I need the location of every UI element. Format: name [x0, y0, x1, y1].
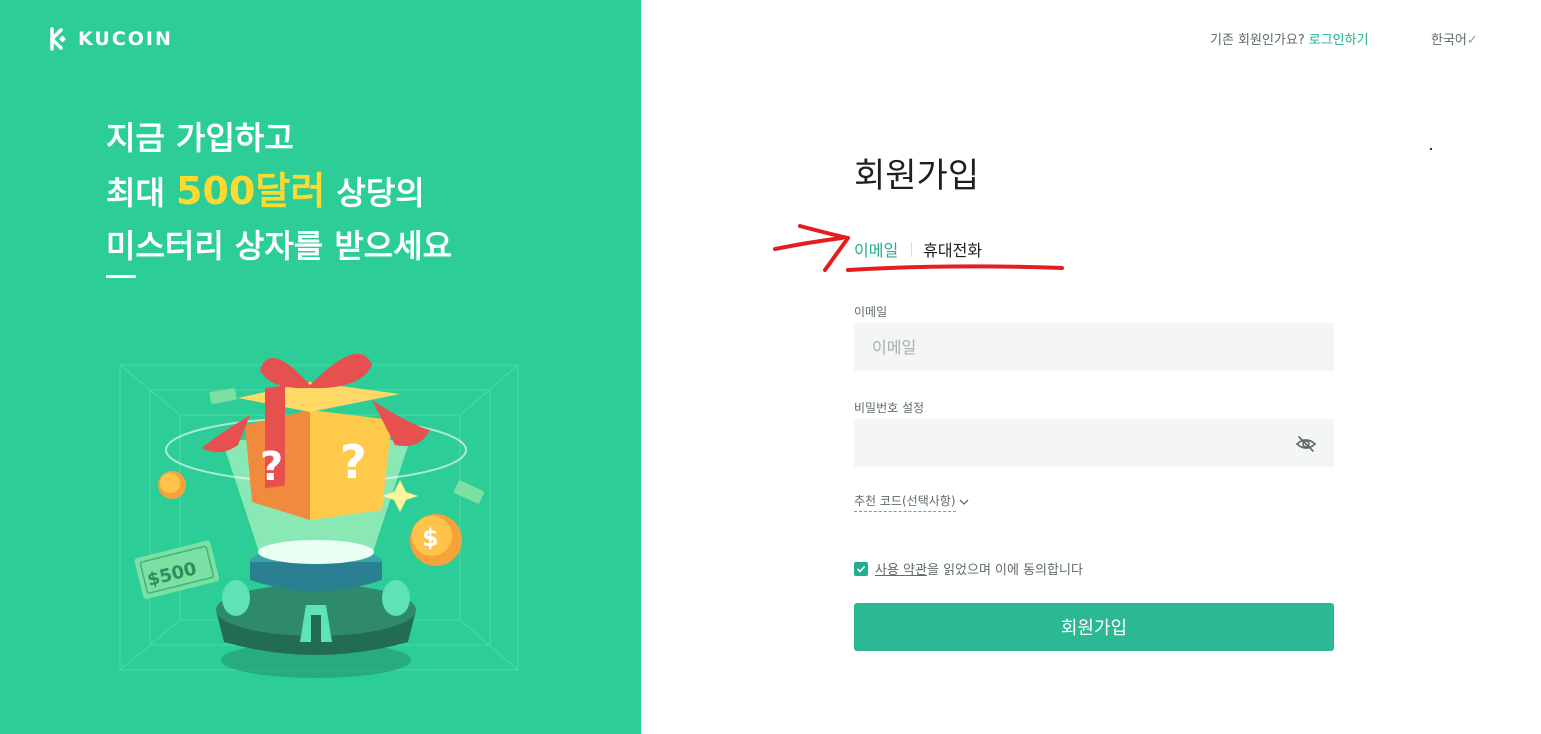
password-label: 비밀번호 설정	[854, 401, 925, 415]
referral-code-toggle[interactable]: 추천 코드(선택사항)	[854, 492, 969, 512]
tab-separator	[911, 241, 913, 257]
promo-line-3: 미스터리 상자를 받으세요	[106, 227, 453, 265]
login-prompt: 기존 회원인가요? 로그인하기	[1210, 29, 1369, 48]
signup-submit-button[interactable]: 회원가입	[854, 603, 1334, 651]
promo-line-2: 최대 500달러 상당의	[106, 165, 452, 220]
promo-headline: 지금 가입하고 최대 500달러 상당의 미스터리 상자를 받으세요	[106, 112, 452, 273]
language-label: 한국어	[1431, 33, 1467, 48]
terms-link[interactable]: 사용 약관	[875, 559, 927, 578]
referral-code-label: 추천 코드(선택사항)	[854, 492, 956, 512]
kucoin-logo-icon	[50, 27, 67, 51]
password-input[interactable]	[854, 419, 1334, 467]
language-caret-icon: ✓	[1466, 33, 1478, 48]
checkmark-icon	[856, 565, 866, 573]
stray-dot	[1430, 148, 1432, 150]
terms-agreement: 사용 약관 을 읽었으며 이에 동의합니다	[854, 559, 1083, 578]
promo-panel: KUCOIN 지금 가입하고 최대 500달러 상당의 미스터리 상자를 받으세…	[0, 0, 641, 734]
login-link[interactable]: 로그인하기	[1309, 29, 1369, 48]
terms-text: 을 읽었으며 이에 동의합니다	[926, 563, 1083, 578]
login-prompt-text: 기존 회원인가요?	[1210, 33, 1305, 48]
email-input[interactable]	[854, 323, 1334, 371]
promo-line-2-prefix: 최대	[106, 174, 177, 212]
signup-method-tabs: 이메일 휴대전화	[854, 237, 982, 261]
promo-amount-highlight: 500달러	[176, 169, 326, 213]
svg-text:?: ?	[260, 444, 283, 490]
svg-text:$: $	[422, 524, 439, 552]
chevron-down-icon	[959, 499, 968, 505]
email-label: 이메일	[854, 305, 888, 319]
mystery-box-illustration: ? ? $ $500	[119, 353, 519, 678]
eye-slash-icon[interactable]	[1294, 432, 1318, 456]
kucoin-logo[interactable]: KUCOIN	[44, 26, 173, 52]
page-title: 회원가입	[854, 156, 980, 196]
svg-text:?: ?	[340, 435, 367, 489]
tab-phone[interactable]: 휴대전화	[923, 237, 982, 261]
language-selector[interactable]: 한국어✓	[1431, 29, 1478, 48]
promo-line-1: 지금 가입하고	[106, 119, 294, 157]
logo-text: KUCOIN	[78, 28, 173, 50]
promo-divider	[106, 275, 136, 278]
promo-line-2-suffix: 상당의	[325, 174, 425, 212]
tab-email[interactable]: 이메일	[854, 237, 898, 261]
terms-checkbox[interactable]	[854, 561, 868, 576]
